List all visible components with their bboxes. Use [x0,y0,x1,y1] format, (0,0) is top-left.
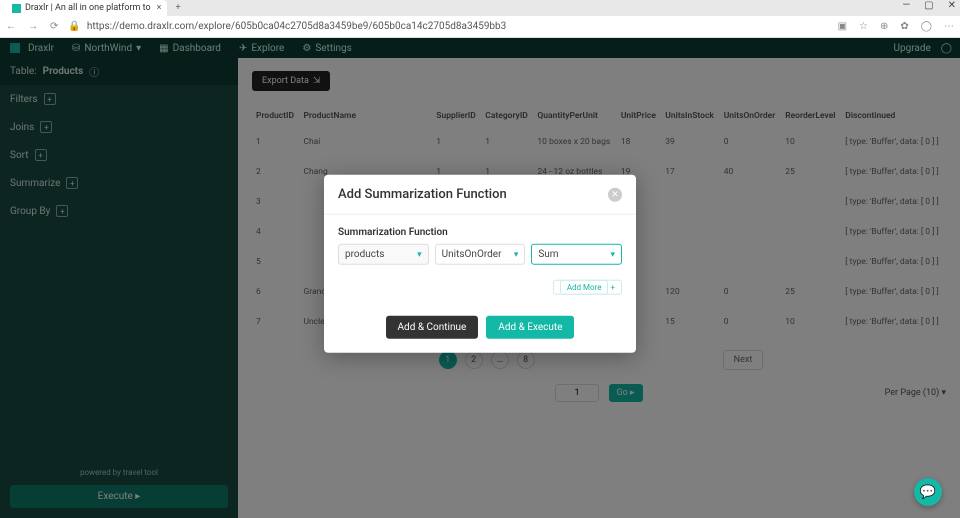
menu-icon[interactable]: ⋯ [944,21,954,32]
collections-icon[interactable]: ⊕ [880,21,888,32]
tab-title: Draxlr | An all in one platform to [25,3,151,13]
chevron-down-icon: ▾ [417,249,422,259]
url-field[interactable]: 🔒 https://demo.draxlr.com/explore/605b0c… [68,21,827,32]
modal-title: Add Summarization Function [338,187,507,202]
tab-favicon [12,4,21,13]
add-execute-button[interactable]: Add & Execute [486,316,574,339]
maximize-icon[interactable]: ▢ [924,0,933,11]
table-select[interactable]: products▾ [338,244,429,265]
section-label: Summarization Function [338,227,622,238]
window-close-icon[interactable]: ✕ [948,0,956,11]
column-select[interactable]: UnitsOnOrder▾ [435,244,526,265]
close-icon[interactable]: × [157,3,162,13]
extensions-icon[interactable]: ✿ [900,21,908,32]
close-icon[interactable]: ✕ [608,187,622,201]
function-select[interactable]: Sum▾ [531,244,622,265]
add-more-button[interactable]: Add More + [553,280,622,295]
profile-icon[interactable]: ◯ [921,21,932,32]
browser-tab[interactable]: Draxlr | An all in one platform to × [0,0,167,16]
browser-titlebar: Draxlr | An all in one platform to × + —… [0,0,960,16]
reload-icon[interactable]: ⟳ [50,21,58,32]
chevron-down-icon: ▾ [514,249,519,259]
chat-fab[interactable]: 💬 [914,478,942,506]
favorite-icon[interactable]: ☆ [859,21,868,32]
new-tab-button[interactable]: + [175,3,180,13]
browser-addressbar: ← → ⟳ 🔒 https://demo.draxlr.com/explore/… [0,16,960,38]
back-icon[interactable]: ← [6,21,16,32]
chevron-down-icon: ▾ [610,249,615,259]
add-continue-button[interactable]: Add & Continue [386,316,479,339]
minimize-icon[interactable]: — [902,0,910,11]
url-text: https://demo.draxlr.com/explore/605b0ca0… [87,21,506,32]
lock-icon: 🔒 [68,21,80,32]
forward-icon[interactable]: → [28,21,38,32]
summarization-modal: Add Summarization Function ✕ Summarizati… [324,175,636,353]
app-icon[interactable]: ▣ [838,21,847,32]
